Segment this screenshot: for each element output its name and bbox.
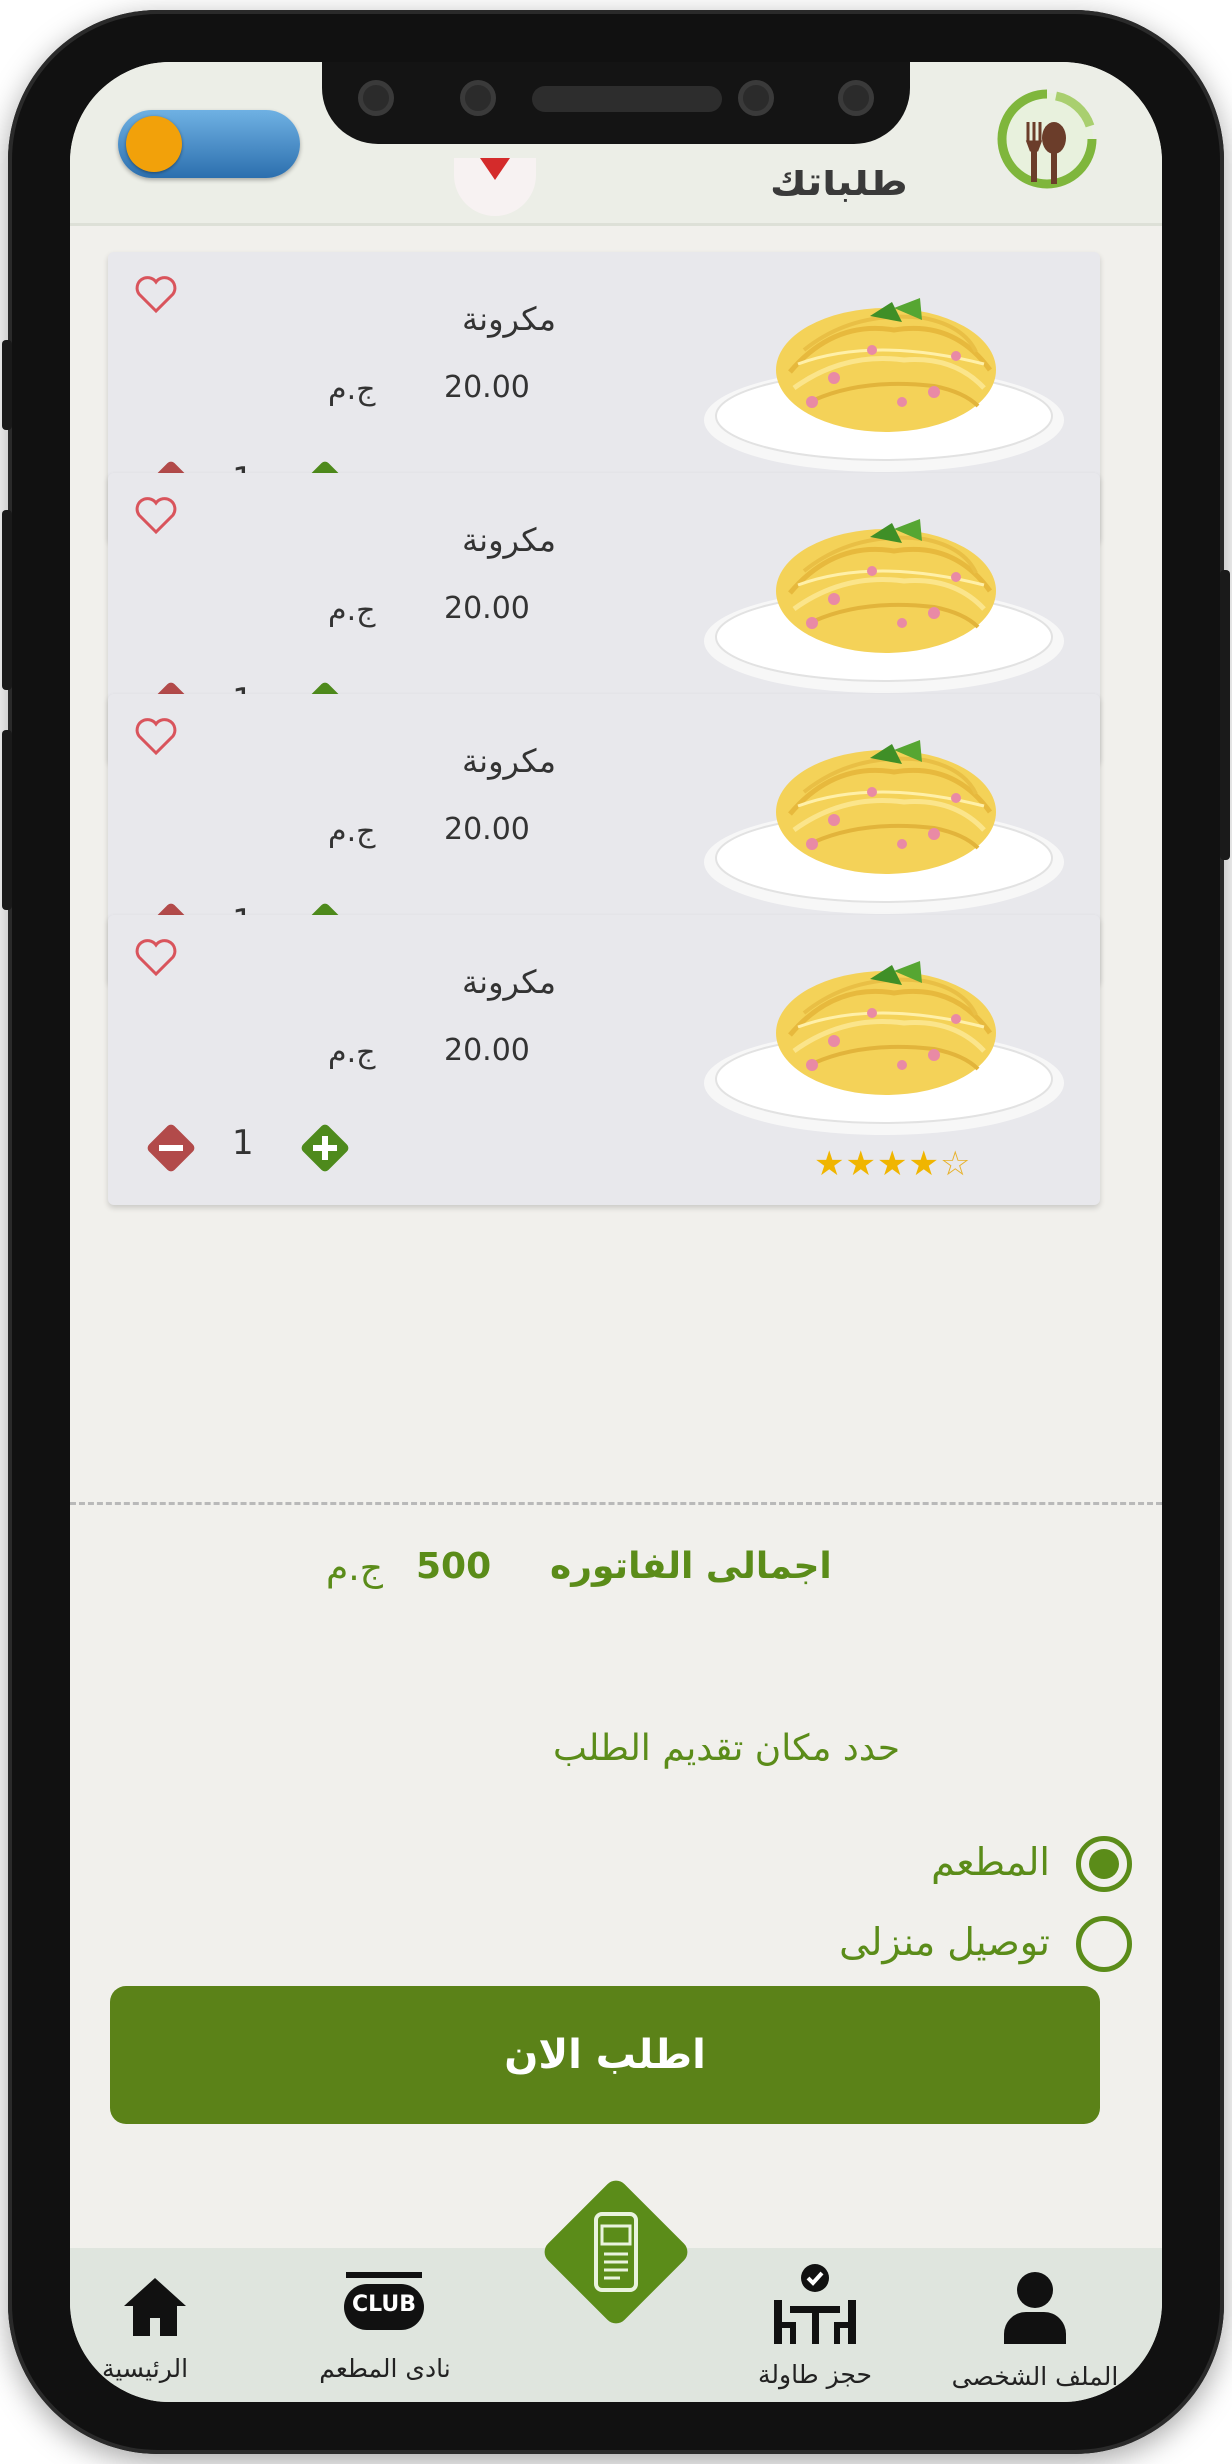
front-camera-icon xyxy=(738,80,774,116)
heart-icon[interactable] xyxy=(134,716,178,756)
toggle-knob xyxy=(126,116,182,172)
total-label: اجمالى الفاتوره xyxy=(550,1546,832,1587)
pasta-dish-image xyxy=(704,298,1064,472)
star-filled-icon: ★ xyxy=(876,1144,909,1184)
item-name: مكرونة xyxy=(462,742,556,780)
favorites-button[interactable] xyxy=(454,158,536,216)
power-button xyxy=(1220,570,1230,860)
theme-toggle[interactable] xyxy=(118,110,300,178)
sensor-icon xyxy=(358,80,394,116)
mute-switch xyxy=(2,340,12,430)
pasta-dish-image xyxy=(704,519,1064,693)
item-currency: ج.م xyxy=(328,814,376,849)
nav-profile[interactable]: الملف الشخصى xyxy=(930,2248,1140,2402)
dashed-divider xyxy=(70,1502,1162,1505)
star-filled-icon: ★ xyxy=(814,1144,846,1184)
item-price: 20.00 xyxy=(444,591,530,626)
rating-stars: ★★★★☆ xyxy=(814,1147,971,1181)
item-currency: ج.م xyxy=(328,593,376,628)
item-quantity: 1 xyxy=(232,1123,254,1163)
heart-icon xyxy=(480,158,510,180)
radio-label-restaurant: المطعم xyxy=(931,1840,1050,1884)
pasta-dish-image xyxy=(704,740,1064,914)
nav-home[interactable]: الرئيسية xyxy=(90,2248,200,2402)
item-price: 20.00 xyxy=(444,370,530,405)
app-screen: طلباتك مكرونة 20.00 ج.م 1 xyxy=(70,62,1162,2402)
volume-down-button xyxy=(2,730,12,910)
restaurant-logo-icon xyxy=(997,89,1097,189)
order-item-card: مكرونة 20.00 ج.م 1 xyxy=(108,915,1100,1205)
radio-option-home-delivery[interactable]: توصيل منزلى xyxy=(470,1912,1132,1976)
pasta-dish-image xyxy=(704,961,1064,1135)
profile-icon xyxy=(1004,2272,1066,2344)
radio-option-restaurant[interactable]: المطعم xyxy=(570,1832,1132,1896)
radio-button-checked[interactable] xyxy=(1076,1836,1132,1892)
total-value: 500 xyxy=(416,1546,492,1587)
nav-home-label: الرئيسية xyxy=(101,2354,189,2383)
serving-place-prompt: حدد مكان تقديم الطلب xyxy=(553,1728,900,1769)
nav-table-reservation[interactable]: حجز طاولة xyxy=(750,2248,880,2402)
star-filled-icon: ★ xyxy=(845,1144,877,1184)
volume-up-button xyxy=(2,510,12,690)
item-name: مكرونة xyxy=(462,300,556,338)
order-items-list[interactable]: مكرونة 20.00 ج.م 1 xyxy=(70,226,1162,1502)
heart-icon[interactable] xyxy=(134,937,178,977)
radio-button-unchecked[interactable] xyxy=(1076,1916,1132,1972)
item-currency: ج.م xyxy=(328,1035,376,1070)
nav-reserve-label: حجز طاولة xyxy=(758,2360,872,2389)
notch xyxy=(322,62,910,144)
sensor-icon xyxy=(838,80,874,116)
home-icon xyxy=(124,2278,186,2336)
sensor-icon xyxy=(460,80,496,116)
invoice-total: ج.م 500 اجمالى الفاتوره xyxy=(70,1540,1162,1600)
earpiece-speaker xyxy=(532,86,722,112)
order-now-button[interactable]: اطلب الان xyxy=(110,1986,1100,2124)
total-currency: ج.م xyxy=(326,1548,383,1589)
decrease-quantity-button[interactable] xyxy=(144,1121,198,1175)
nav-club-label: نادى المطعم xyxy=(319,2354,451,2383)
page-title: طلباتك xyxy=(770,170,908,205)
heart-icon[interactable] xyxy=(134,495,178,535)
increase-quantity-button[interactable] xyxy=(298,1121,352,1175)
table-reservation-icon xyxy=(774,2264,856,2344)
item-name: مكرونة xyxy=(462,521,556,559)
club-badge-text: CLUB xyxy=(352,2292,417,2317)
orders-fab-button[interactable] xyxy=(532,2168,700,2336)
radio-label-home-delivery: توصيل منزلى xyxy=(839,1920,1050,1964)
nav-profile-label: الملف الشخصى xyxy=(951,2362,1119,2391)
item-price: 20.00 xyxy=(444,812,530,847)
item-name: مكرونة xyxy=(462,963,556,1001)
item-price: 20.00 xyxy=(444,1033,530,1068)
star-empty-icon: ☆ xyxy=(939,1144,972,1184)
item-currency: ج.م xyxy=(328,372,376,407)
nav-restaurant-club[interactable]: CLUB نادى المطعم xyxy=(290,2248,480,2402)
star-filled-icon: ★ xyxy=(908,1144,940,1184)
heart-icon[interactable] xyxy=(134,274,178,314)
